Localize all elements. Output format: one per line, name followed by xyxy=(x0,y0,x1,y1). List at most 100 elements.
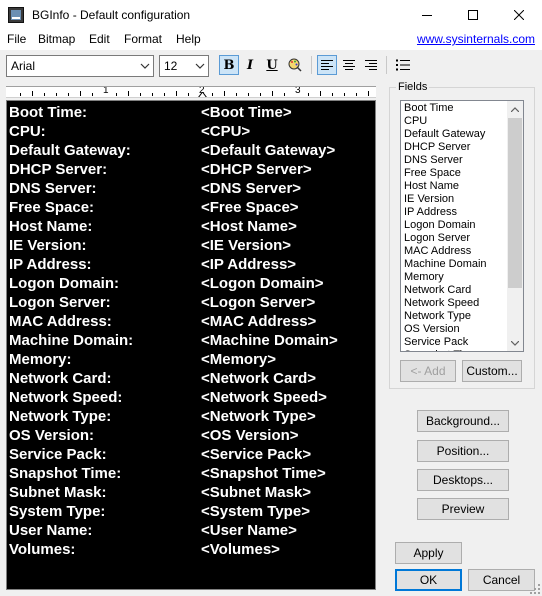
fields-scrollbar[interactable] xyxy=(507,101,523,351)
editor-row: Default Gateway: <Default Gateway> xyxy=(7,141,375,160)
align-right-button[interactable] xyxy=(361,55,381,75)
editor-row: IE Version: <IE Version> xyxy=(7,236,375,255)
menu-format[interactable]: Format xyxy=(124,32,162,46)
chevron-down-icon xyxy=(195,63,205,69)
editor-row-field: <Service Pack> xyxy=(201,446,312,463)
custom-field-button[interactable]: Custom... xyxy=(462,360,522,382)
background-button[interactable]: Background... xyxy=(417,410,509,432)
ruler-tick xyxy=(164,93,165,96)
layout-editor[interactable]: Boot Time: <Boot Time> CPU: <CPU> Default Ga… xyxy=(6,100,376,590)
field-list-item[interactable]: IE Version xyxy=(404,193,454,206)
font-color-button[interactable] xyxy=(285,55,305,75)
align-left-button[interactable] xyxy=(317,55,337,75)
scroll-up-button[interactable] xyxy=(507,101,523,117)
chevron-down-icon xyxy=(511,340,519,346)
ruler-tick xyxy=(224,91,225,96)
position-button[interactable]: Position... xyxy=(417,440,509,462)
field-list-item[interactable]: Free Space xyxy=(404,167,461,180)
ruler-tick xyxy=(68,93,69,96)
maximize-button[interactable] xyxy=(450,0,496,30)
scroll-thumb[interactable] xyxy=(508,118,522,288)
field-list-item[interactable]: Logon Domain xyxy=(404,219,476,232)
sysinternals-link[interactable]: www.sysinternals.com xyxy=(417,32,535,46)
editor-row: DHCP Server: <DHCP Server> xyxy=(7,160,375,179)
resize-grip-icon[interactable] xyxy=(529,583,541,595)
field-list-item[interactable]: Memory xyxy=(404,271,444,284)
ruler-tick xyxy=(44,93,45,96)
field-list-item[interactable]: CPU xyxy=(404,115,427,128)
toolbar-separator xyxy=(311,56,312,74)
menu-help[interactable]: Help xyxy=(176,32,201,46)
title-bar[interactable]: BGInfo - Default configuration xyxy=(0,0,542,30)
editor-row-field: <OS Version> xyxy=(201,427,299,444)
field-list-item[interactable]: MAC Address xyxy=(404,245,471,258)
ruler[interactable]: 1 2 3 xyxy=(6,86,376,98)
italic-button[interactable]: I xyxy=(240,55,260,75)
ruler-tick xyxy=(356,93,357,96)
ruler-tick xyxy=(116,93,117,96)
editor-row-field: <CPU> xyxy=(201,123,251,140)
font-family-select[interactable]: Arial xyxy=(6,55,154,77)
editor-row-label: Free Space: xyxy=(9,199,95,216)
editor-row: DNS Server: <DNS Server> xyxy=(7,179,375,198)
field-list-item[interactable]: IP Address xyxy=(404,206,457,219)
bullets-button[interactable] xyxy=(393,55,413,75)
chevron-down-icon xyxy=(140,63,150,69)
ruler-tick xyxy=(212,93,213,96)
field-list-item[interactable]: Boot Time xyxy=(404,102,454,115)
editor-row-field: <DNS Server> xyxy=(201,180,302,197)
editor-row-field: <Memory> xyxy=(201,351,277,368)
bold-button[interactable]: B xyxy=(219,55,239,75)
editor-row: Machine Domain: <Machine Domain> xyxy=(7,331,375,350)
field-list-item[interactable]: Logon Server xyxy=(404,232,470,245)
editor-row: Network Speed: <Network Speed> xyxy=(7,388,375,407)
bulleted-list-icon xyxy=(396,59,410,71)
menu-bitmap[interactable]: Bitmap xyxy=(38,32,75,46)
editor-row: Network Card: <Network Card> xyxy=(7,369,375,388)
preview-button[interactable]: Preview xyxy=(417,498,509,520)
ruler-number: 1 xyxy=(103,86,109,96)
field-list-item[interactable]: DNS Server xyxy=(404,154,463,167)
field-list-item[interactable]: Host Name xyxy=(404,180,459,193)
underline-button[interactable]: U xyxy=(262,55,282,75)
close-button[interactable] xyxy=(496,0,542,30)
editor-row: Snapshot Time: <Snapshot Time> xyxy=(7,464,375,483)
field-list-item[interactable]: DHCP Server xyxy=(404,141,470,154)
minimize-button[interactable] xyxy=(404,0,450,30)
editor-row-label: Default Gateway: xyxy=(9,142,131,159)
menu-edit[interactable]: Edit xyxy=(89,32,110,46)
font-size-select[interactable]: 12 xyxy=(159,55,209,77)
field-list-item[interactable]: Network Speed xyxy=(404,297,479,310)
editor-row: Logon Domain: <Logon Domain> xyxy=(7,274,375,293)
scroll-down-button[interactable] xyxy=(507,335,523,351)
bold-icon: B xyxy=(223,57,235,73)
cancel-button[interactable]: Cancel xyxy=(468,569,535,591)
field-list-item[interactable]: OS Version xyxy=(404,323,460,336)
apply-button[interactable]: Apply xyxy=(395,542,462,564)
editor-row-field: <Host Name> xyxy=(201,218,297,235)
editor-row-label: IE Version: xyxy=(9,237,87,254)
add-field-button[interactable]: <- Add xyxy=(400,360,456,382)
font-family-value: Arial xyxy=(11,59,36,73)
align-center-button[interactable] xyxy=(339,55,359,75)
ruler-tick xyxy=(92,93,93,96)
editor-row-field: <Network Type> xyxy=(201,408,316,425)
field-list-item[interactable]: Service Pack xyxy=(404,336,468,349)
editor-row-label: MAC Address: xyxy=(9,313,112,330)
field-list-item[interactable]: Network Type xyxy=(404,310,471,323)
field-list-item[interactable]: Machine Domain xyxy=(404,258,487,271)
editor-row-label: System Type: xyxy=(9,503,106,520)
editor-row-label: IP Address: xyxy=(9,256,92,273)
desktops-button[interactable]: Desktops... xyxy=(417,469,509,491)
ok-button[interactable]: OK xyxy=(395,569,462,591)
editor-row-field: <Network Speed> xyxy=(201,389,327,406)
fields-legend: Fields xyxy=(396,81,430,93)
menu-file[interactable]: File xyxy=(7,32,26,46)
tab-stop-marker-icon[interactable] xyxy=(198,92,207,98)
minimize-icon xyxy=(422,15,432,16)
editor-row-field: <Volumes> xyxy=(201,541,280,558)
field-list-item[interactable]: Default Gateway xyxy=(404,128,485,141)
field-list-item[interactable]: Snapshot Time xyxy=(404,349,477,351)
fields-listbox[interactable]: Snapshot TimeService PackOS VersionNetwo… xyxy=(400,100,524,352)
field-list-item[interactable]: Network Card xyxy=(404,284,471,297)
